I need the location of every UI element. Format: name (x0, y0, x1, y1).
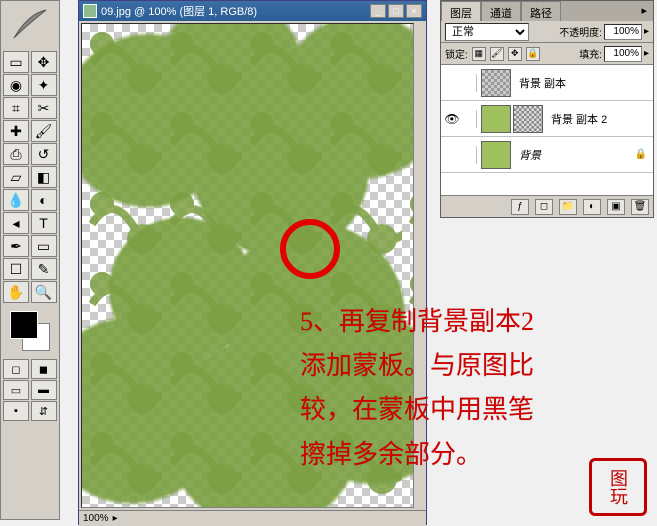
fill-flyout-icon[interactable]: ▸ (644, 48, 649, 59)
marquee-tool[interactable]: ▭ (3, 51, 29, 73)
opacity-flyout-icon[interactable]: ▸ (644, 26, 649, 37)
seal-stamp: 图玩 (589, 458, 647, 516)
lock-fill-row: 锁定: ▦ 🖌 ✥ 🔒 填充: ▸ (441, 43, 653, 65)
layer-thumbnail[interactable] (481, 69, 511, 97)
pen-tool[interactable]: ✒ (3, 235, 29, 257)
type-tool[interactable]: T (31, 212, 57, 234)
tool-grid: ▭ ✥ ◉ ✦ ⌗ ✂ ✚ 🖌 ⎙ ↺ ▱ ◧ 💧 ◐ ◂ T ✒ ▭ ☐ ✎ … (1, 49, 59, 305)
layer-name[interactable]: 背景 副本 2 (551, 111, 607, 127)
layers-footer: ƒ ◻ 📁 ◐ ▣ 🗑 (441, 195, 653, 217)
canvas[interactable] (81, 23, 414, 508)
delete-layer-icon[interactable]: 🗑 (631, 199, 649, 215)
layer-mask-icon[interactable]: ◻ (535, 199, 553, 215)
adjustment-layer-icon[interactable]: ◐ (583, 199, 601, 215)
link-cell[interactable] (463, 74, 477, 92)
lock-badge-icon: 🔒 (635, 149, 647, 160)
panel-menu-icon[interactable]: ▸ (635, 1, 653, 21)
notes-tool[interactable]: ☐ (3, 258, 29, 280)
lock-paint-icon[interactable]: 🖌 (490, 47, 504, 61)
mask-thumbnail[interactable] (513, 105, 543, 133)
maximize-button[interactable]: □ (388, 4, 404, 18)
annotation-circle (280, 219, 340, 279)
history-brush-tool[interactable]: ↺ (31, 143, 57, 165)
tab-paths[interactable]: 路径 (521, 1, 561, 21)
toolbox: ▭ ✥ ◉ ✦ ⌗ ✂ ✚ 🖌 ⎙ ↺ ▱ ◧ 💧 ◐ ◂ T ✒ ▭ ☐ ✎ … (0, 0, 60, 520)
eraser-tool[interactable]: ▱ (3, 166, 29, 188)
link-cell[interactable] (463, 110, 477, 128)
link-cell[interactable] (463, 146, 477, 164)
heal-tool[interactable]: ✚ (3, 120, 29, 142)
blend-mode-dropdown[interactable]: 正常 (445, 23, 529, 41)
imageready-jump[interactable]: ⇵ (31, 401, 57, 421)
move-tool[interactable]: ✥ (31, 51, 57, 73)
document-title: 09.jpg @ 100% (图层 1, RGB/8) (101, 3, 257, 19)
blur-tool[interactable]: 💧 (3, 189, 29, 211)
tab-layers[interactable]: 图层 (441, 1, 481, 21)
layer-style-icon[interactable]: ƒ (511, 199, 529, 215)
color-swatches[interactable] (10, 311, 50, 351)
document-icon (83, 4, 97, 18)
zoom-level[interactable]: 100% (83, 513, 109, 524)
layer-row[interactable]: 👁 背景 副本 2 (441, 101, 653, 137)
layer-thumbnail[interactable] (481, 141, 511, 169)
screen-mode-3[interactable]: ▪ (3, 401, 29, 421)
screen-mode-1[interactable]: ▭ (3, 380, 29, 400)
crop-tool[interactable]: ⌗ (3, 97, 29, 119)
document-titlebar[interactable]: 09.jpg @ 100% (图层 1, RGB/8) _ □ × (79, 1, 426, 21)
document-statusbar: 100% ▸ (79, 510, 426, 526)
path-select-tool[interactable]: ◂ (3, 212, 29, 234)
stamp-tool[interactable]: ⎙ (3, 143, 29, 165)
wand-tool[interactable]: ✦ (31, 74, 57, 96)
brush-tool[interactable]: 🖌 (31, 120, 57, 142)
minimize-button[interactable]: _ (370, 4, 386, 18)
blend-opacity-row: 正常 不透明度: ▸ (441, 21, 653, 43)
screen-mode-2[interactable]: ▬ (31, 380, 57, 400)
layer-set-icon[interactable]: 📁 (559, 199, 577, 215)
opacity-label: 不透明度: (559, 24, 602, 39)
panel-tabs: 图层 通道 路径 ▸ (441, 1, 653, 21)
lock-label: 锁定: (445, 46, 468, 61)
layers-list: 背景 副本 👁 背景 副本 2 背景 🔒 (441, 65, 653, 195)
eyedropper-tool[interactable]: ✎ (31, 258, 57, 280)
slice-tool[interactable]: ✂ (31, 97, 57, 119)
layer-row[interactable]: 背景 🔒 (441, 137, 653, 173)
visibility-toggle[interactable] (443, 146, 461, 164)
lock-position-icon[interactable]: ✥ (508, 47, 522, 61)
visibility-toggle[interactable]: 👁 (443, 110, 461, 128)
layer-name[interactable]: 背景 (519, 147, 541, 163)
layer-thumbnail[interactable] (481, 105, 511, 133)
visibility-toggle[interactable] (443, 74, 461, 92)
opacity-field[interactable] (604, 24, 642, 40)
layer-name[interactable]: 背景 副本 (519, 75, 566, 91)
pattern-artwork-overlay (82, 24, 413, 507)
quickmask-mode[interactable]: ◼ (31, 359, 57, 379)
mode-buttons: ◻ ◼ ▭ ▬ ▪ ⇵ (1, 357, 59, 423)
fill-label: 填充: (579, 46, 602, 61)
lock-all-icon[interactable]: 🔒 (526, 47, 540, 61)
fill-field[interactable] (604, 46, 642, 62)
dodge-tool[interactable]: ◐ (31, 189, 57, 211)
hand-tool[interactable]: ✋ (3, 281, 29, 303)
layer-row[interactable]: 背景 副本 (441, 65, 653, 101)
gradient-tool[interactable]: ◧ (31, 166, 57, 188)
standard-mode[interactable]: ◻ (3, 359, 29, 379)
document-window: 09.jpg @ 100% (图层 1, RGB/8) _ □ × 100% ▸ (78, 0, 427, 525)
tab-channels[interactable]: 通道 (481, 1, 521, 21)
app-logo-feather (1, 1, 59, 49)
foreground-swatch[interactable] (10, 311, 38, 339)
lasso-tool[interactable]: ◉ (3, 74, 29, 96)
zoom-tool[interactable]: 🔍 (31, 281, 57, 303)
lock-transparency-icon[interactable]: ▦ (472, 47, 486, 61)
layers-panel: 图层 通道 路径 ▸ 正常 不透明度: ▸ 锁定: ▦ 🖌 ✥ 🔒 填充: ▸ (440, 0, 654, 218)
close-button[interactable]: × (406, 4, 422, 18)
new-layer-icon[interactable]: ▣ (607, 199, 625, 215)
shape-tool[interactable]: ▭ (31, 235, 57, 257)
